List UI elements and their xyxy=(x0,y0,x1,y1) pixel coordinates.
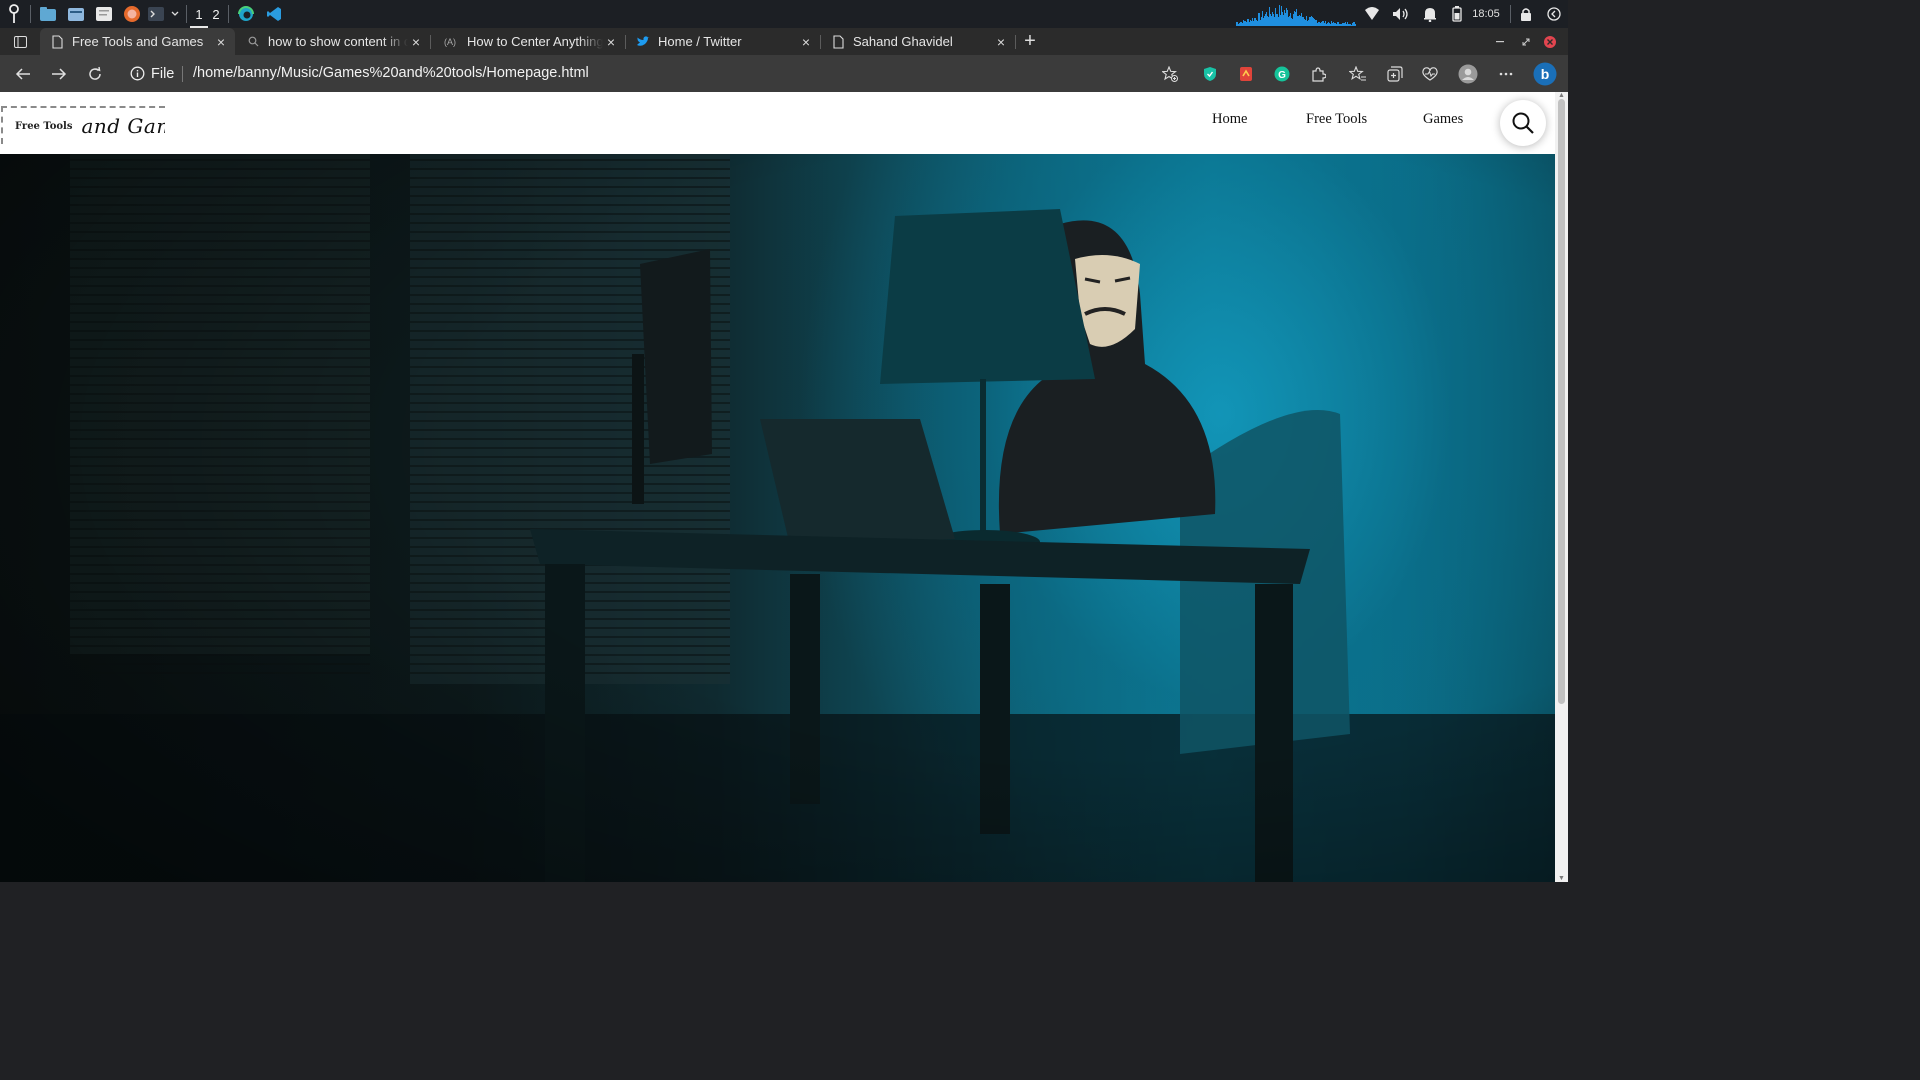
collections-icon[interactable] xyxy=(1385,55,1405,92)
tab-free-tools-and-games[interactable]: Free Tools and Games × xyxy=(40,28,235,55)
power-icon[interactable] xyxy=(1544,0,1564,28)
bing-icon[interactable]: b xyxy=(1532,55,1558,92)
wifi-icon[interactable] xyxy=(1362,0,1382,28)
tab-sahand-ghavidel[interactable]: Sahand Ghavidel × xyxy=(821,28,1015,55)
forward-button[interactable] xyxy=(48,55,70,92)
close-window-button[interactable] xyxy=(1540,28,1560,55)
minimize-button[interactable] xyxy=(1490,28,1510,55)
chevron-down-icon[interactable] xyxy=(168,0,182,28)
notification-bell-icon[interactable] xyxy=(1420,0,1440,28)
edge-icon[interactable] xyxy=(235,0,257,28)
nav-free-tools-link[interactable]: Free Tools xyxy=(1306,111,1367,128)
file-manager-icon[interactable] xyxy=(37,0,59,28)
workspace-1[interactable]: 1 xyxy=(192,0,206,28)
text-editor-icon[interactable] xyxy=(93,0,115,28)
vscode-icon[interactable] xyxy=(263,0,285,28)
clock[interactable]: 18:05 xyxy=(1468,0,1504,28)
scroll-down-arrow[interactable]: ▼ xyxy=(1558,875,1565,882)
tab-close-icon[interactable]: × xyxy=(408,34,424,50)
nav-games-link[interactable]: Games xyxy=(1423,111,1463,128)
navigation-toolbar: File /home/banny/Music/Games%20and%20too… xyxy=(0,55,1568,92)
hero-image xyxy=(0,154,1555,882)
tab-strip: Free Tools and Games × how to show conte… xyxy=(0,28,1568,55)
site-search-button[interactable] xyxy=(1500,100,1546,146)
search-icon xyxy=(1512,112,1534,134)
extension-red-icon[interactable] xyxy=(1236,55,1256,92)
workspace-2[interactable]: 2 xyxy=(209,0,223,28)
tab-actions-icon[interactable] xyxy=(10,28,30,55)
audio-visualizer xyxy=(1236,0,1360,28)
scheme-label: File xyxy=(151,65,175,82)
performance-icon[interactable] xyxy=(1420,55,1440,92)
tab-title: how to show content in c xyxy=(268,34,408,49)
translate-icon: (A) xyxy=(444,36,456,47)
more-icon[interactable] xyxy=(1495,55,1517,92)
tab-how-to-center-anything[interactable]: (A) How to Center Anything w × xyxy=(431,28,625,55)
page-icon xyxy=(831,34,845,49)
web-page: Free Tools and Games Home Free Tools Gam… xyxy=(0,92,1555,882)
site-header: Free Tools and Games Home Free Tools Gam… xyxy=(0,92,1555,154)
profile-avatar[interactable] xyxy=(1457,55,1479,92)
twitter-icon xyxy=(636,35,650,49)
maximize-button[interactable] xyxy=(1516,28,1536,55)
os-taskbar: 1 2 18:05 xyxy=(0,0,1568,28)
shield-extension-icon[interactable] xyxy=(1200,55,1220,92)
page-scrollbar[interactable]: ▲ ▼ xyxy=(1555,92,1568,882)
site-info-chip[interactable]: File xyxy=(130,55,174,92)
svg-text:b: b xyxy=(1541,66,1550,82)
scrollbar-thumb[interactable] xyxy=(1558,99,1565,704)
nav-home-link[interactable]: Home xyxy=(1212,111,1247,128)
tab-close-icon[interactable]: × xyxy=(798,34,814,50)
tab-close-icon[interactable]: × xyxy=(993,34,1009,50)
refresh-button[interactable] xyxy=(84,55,106,92)
extensions-icon[interactable] xyxy=(1308,55,1328,92)
tab-title: Sahand Ghavidel xyxy=(853,34,953,49)
tab-home-twitter[interactable]: Home / Twitter × xyxy=(626,28,820,55)
logo-large-text: and Games xyxy=(81,114,165,138)
star-add-icon[interactable] xyxy=(1160,55,1180,92)
tab-close-icon[interactable]: × xyxy=(213,34,229,50)
svg-text:G: G xyxy=(1278,70,1286,81)
back-button[interactable] xyxy=(12,55,34,92)
lock-icon[interactable] xyxy=(1516,0,1536,28)
tab-title: Free Tools and Games xyxy=(72,34,204,49)
volume-icon[interactable] xyxy=(1391,0,1411,28)
scroll-up-arrow[interactable]: ▲ xyxy=(1558,92,1565,99)
folder-icon[interactable] xyxy=(65,0,87,28)
search-icon xyxy=(246,35,260,49)
address-input[interactable]: /home/banny/Music/Games%20and%20tools/Ho… xyxy=(193,55,589,92)
new-tab-button[interactable]: + xyxy=(1018,28,1042,55)
favorites-icon[interactable] xyxy=(1348,55,1368,92)
info-icon xyxy=(130,66,145,81)
firefox-icon[interactable] xyxy=(121,0,143,28)
battery-icon xyxy=(1448,0,1466,28)
tab-how-to-show-content[interactable]: how to show content in c × xyxy=(236,28,430,55)
system-menu-icon[interactable] xyxy=(4,0,24,28)
site-logo[interactable]: Free Tools and Games xyxy=(1,106,165,144)
tab-close-icon[interactable]: × xyxy=(603,34,619,50)
logo-small-text: Free Tools xyxy=(15,120,73,132)
tab-title: How to Center Anything w xyxy=(467,34,603,49)
tab-title: Home / Twitter xyxy=(658,34,742,49)
grammarly-icon[interactable]: G xyxy=(1272,55,1292,92)
page-icon xyxy=(50,34,64,49)
terminal-icon[interactable] xyxy=(146,0,166,28)
